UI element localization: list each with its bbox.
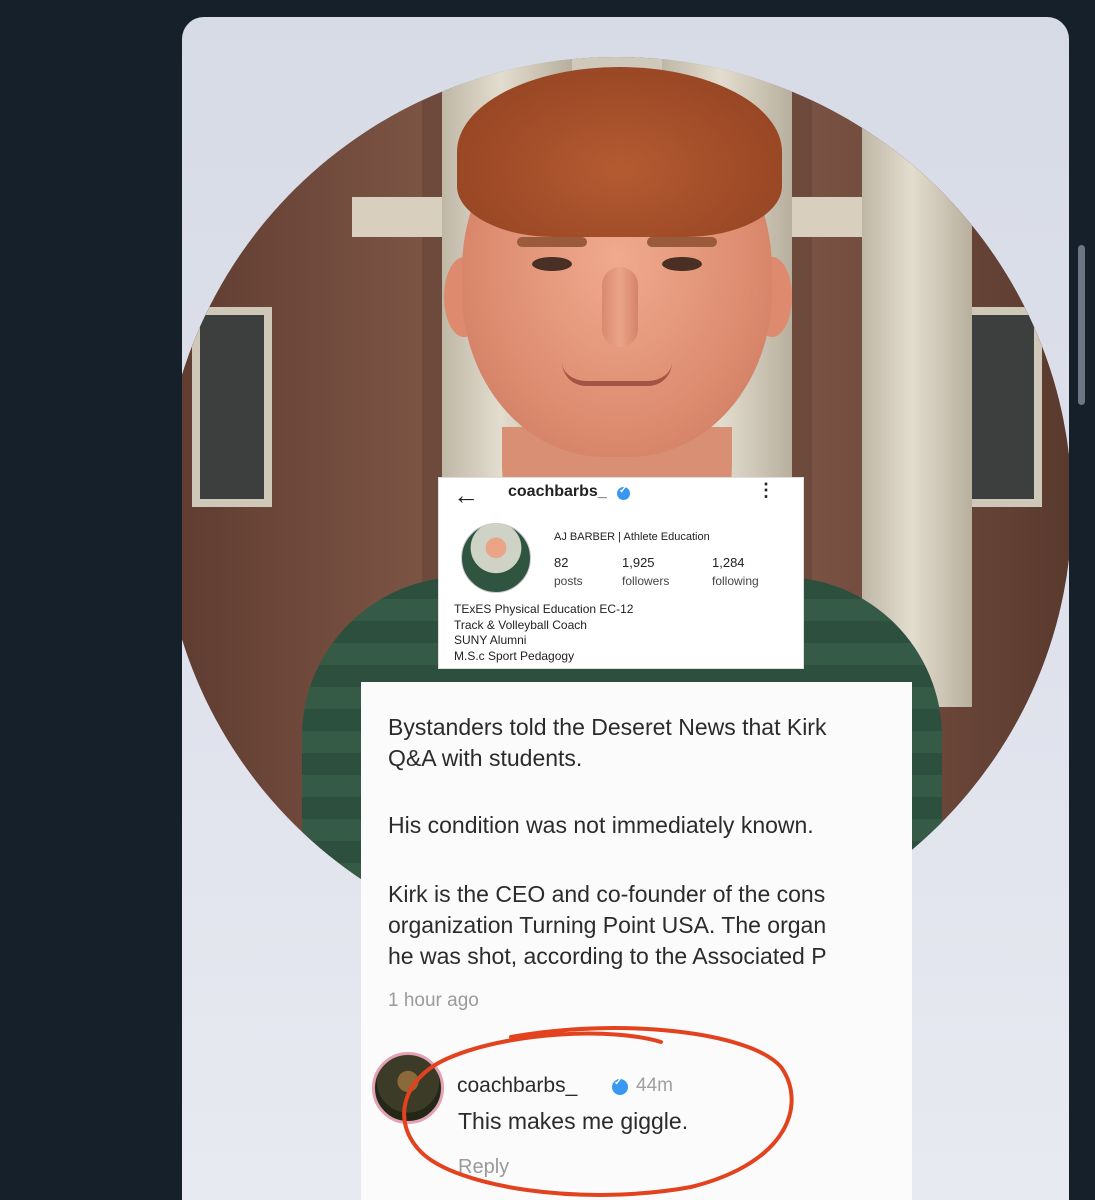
article-text: he was shot, according to the Associated… <box>388 943 827 969</box>
following-count: 1,284 <box>712 555 745 570</box>
scrollbar[interactable] <box>1078 245 1085 405</box>
media-card[interactable]: ← coachbarbs_ ⋮ AJ BARBER | Athlete Educ… <box>182 17 1069 1200</box>
bio-line: Track & Volleyball Coach <box>454 617 587 632</box>
article-text: Kirk is the CEO and co-founder of the co… <box>388 881 826 907</box>
comment-avatar[interactable] <box>372 1052 444 1124</box>
comment-timestamp: 44m <box>636 1075 673 1096</box>
bio-line: TExES Physical Education EC-12 <box>454 602 634 616</box>
followers-label: followers <box>622 574 670 588</box>
following-label: following <box>712 574 759 588</box>
avatar[interactable] <box>461 523 531 593</box>
instagram-profile-card: ← coachbarbs_ ⋮ AJ BARBER | Athlete Educ… <box>438 477 804 669</box>
posts-label: posts <box>554 574 583 588</box>
comment-handle[interactable]: coachbarbs_ <box>457 1074 577 1098</box>
article-text: His condition was not immediately known. <box>388 812 814 838</box>
followers-count: 1,925 <box>622 555 655 570</box>
article-text: Bystanders told the Deseret News that Ki… <box>388 714 827 740</box>
article-text: Q&A with students. <box>388 745 583 771</box>
more-options-icon[interactable]: ⋮ <box>757 480 775 501</box>
comment-text: This makes me giggle. <box>458 1108 689 1134</box>
bio-line: M.S.c Sport Pedagogy <box>454 648 575 663</box>
back-arrow-icon[interactable]: ← <box>453 480 479 511</box>
bio-line: SUNY Alumni <box>454 633 527 647</box>
profile-name: AJ BARBER | Athlete Education <box>554 531 710 543</box>
reply-button[interactable]: Reply <box>458 1156 509 1179</box>
article-text: organization Turning Point USA. The orga… <box>388 912 827 938</box>
news-article-screenshot: Bystanders told the Deseret News that Ki… <box>361 682 912 1200</box>
posts-count: 82 <box>554 555 569 570</box>
verified-badge-icon <box>612 1077 628 1095</box>
profile-handle: coachbarbs_ <box>508 483 607 500</box>
verified-badge-icon <box>617 485 630 500</box>
profile-bio: TExES Physical Education EC-12 Track & V… <box>454 602 633 664</box>
article-timestamp: 1 hour ago <box>388 990 479 1011</box>
